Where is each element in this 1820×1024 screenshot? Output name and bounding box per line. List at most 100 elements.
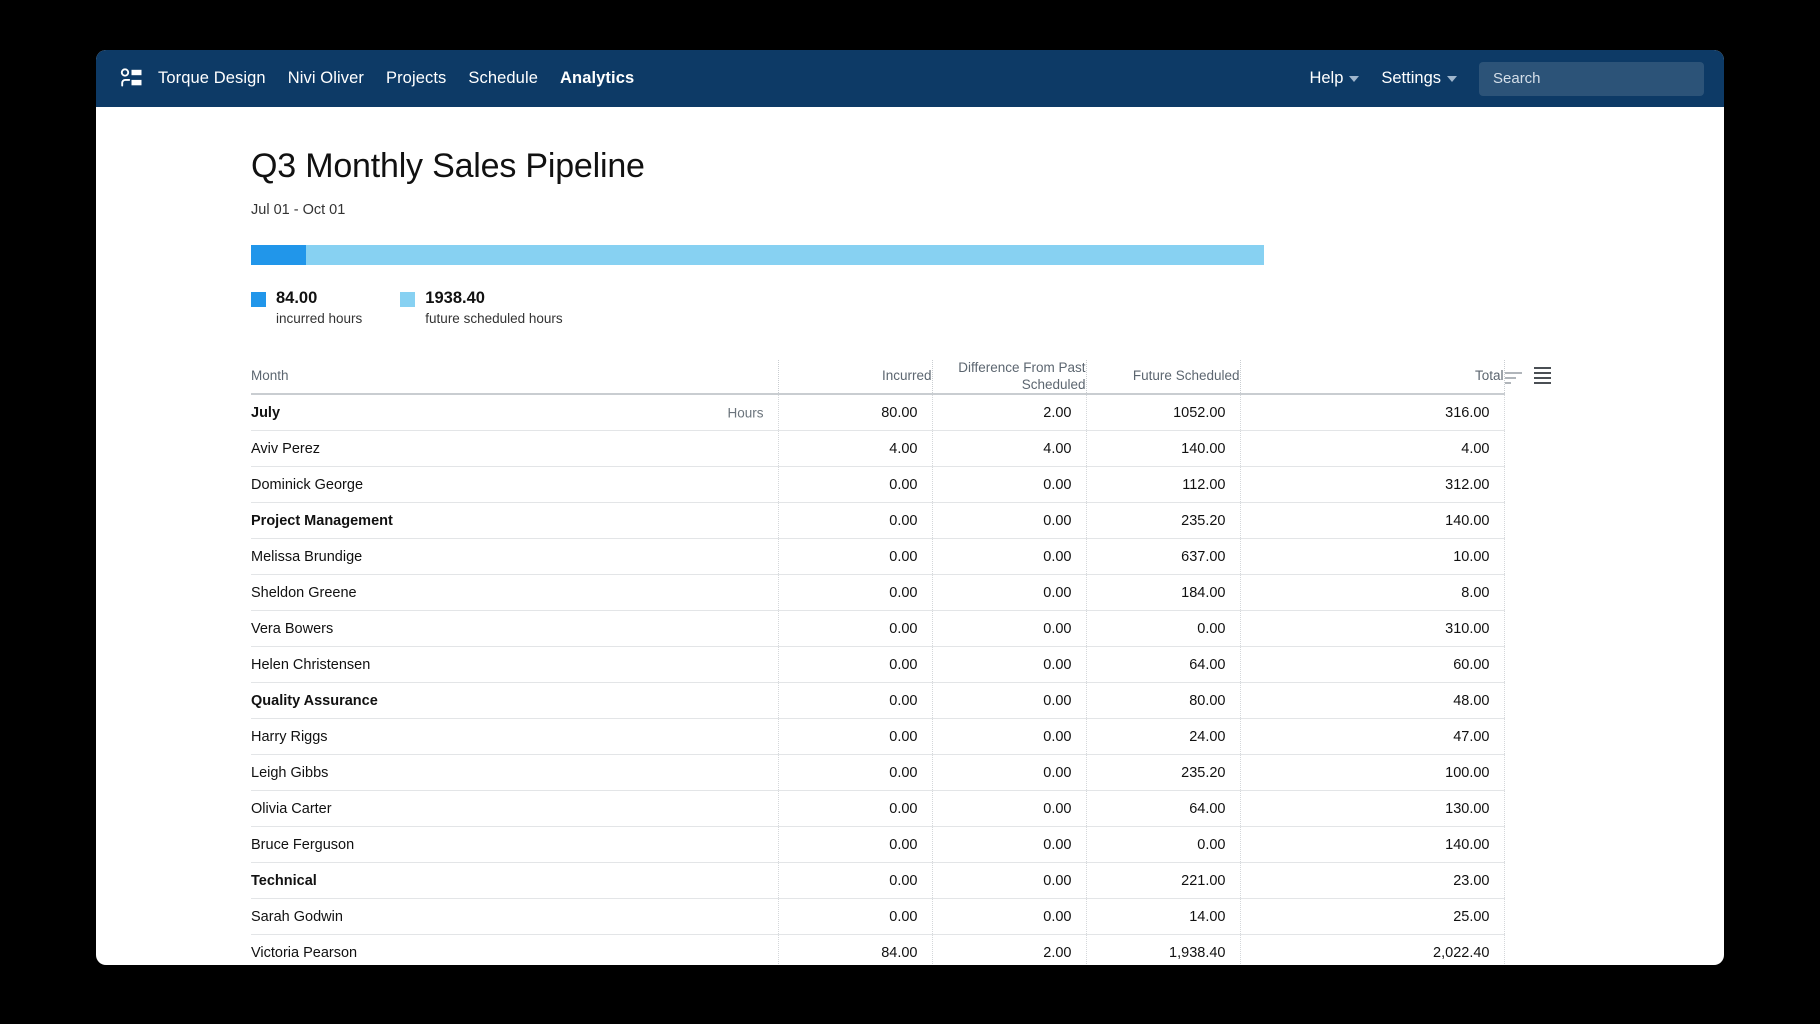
report-table-container: Month Incurred Difference From Past Sche… xyxy=(251,360,1666,965)
cell-incurred: 0.00 xyxy=(778,719,932,755)
cell-month: Sarah Godwin xyxy=(251,899,778,935)
settings-menu-label: Settings xyxy=(1381,69,1441,88)
column-header-future-scheduled[interactable]: Future Scheduled xyxy=(1086,360,1240,395)
cell-incurred: 0.00 xyxy=(778,647,932,683)
table-row[interactable]: Technical0.000.00221.0023.00 xyxy=(251,863,1504,899)
cell-difference: 0.00 xyxy=(932,647,1086,683)
cell-incurred: 4.00 xyxy=(778,431,932,467)
cell-month: Aviv Perez xyxy=(251,431,778,467)
table-row[interactable]: Victoria Pearson84.002.001,938.402,022.4… xyxy=(251,935,1504,965)
cell-month: Dominick George xyxy=(251,467,778,503)
cell-future-scheduled: 221.00 xyxy=(1086,863,1240,899)
column-header-total[interactable]: Total xyxy=(1240,360,1504,395)
cell-total: 140.00 xyxy=(1240,827,1504,863)
cell-total: 312.00 xyxy=(1240,467,1504,503)
settings-menu[interactable]: Settings xyxy=(1381,69,1457,88)
cell-difference: 0.00 xyxy=(932,827,1086,863)
table-row[interactable]: Melissa Brundige0.000.00637.0010.00 xyxy=(251,539,1504,575)
top-navigation-bar: Torque Design Nivi Oliver Projects Sched… xyxy=(96,50,1724,107)
table-row[interactable]: Quality Assurance0.000.0080.0048.00 xyxy=(251,683,1504,719)
cell-difference: 0.00 xyxy=(932,575,1086,611)
cell-total: 100.00 xyxy=(1240,755,1504,791)
help-menu-label: Help xyxy=(1309,69,1343,88)
column-header-month[interactable]: Month xyxy=(251,360,778,395)
cell-incurred: 0.00 xyxy=(778,827,932,863)
search-input[interactable] xyxy=(1479,62,1704,96)
cell-month: Project Management xyxy=(251,503,778,539)
row-label: Olivia Carter xyxy=(251,801,332,817)
cell-future-scheduled: 637.00 xyxy=(1086,539,1240,575)
table-row[interactable]: Sarah Godwin0.000.0014.0025.00 xyxy=(251,899,1504,935)
row-label: Technical xyxy=(251,873,317,889)
cell-total: 60.00 xyxy=(1240,647,1504,683)
nav-link-nivi-oliver[interactable]: Nivi Oliver xyxy=(288,69,364,88)
cell-future-scheduled: 235.20 xyxy=(1086,503,1240,539)
nav-link-schedule[interactable]: Schedule xyxy=(468,69,538,88)
cell-total: 47.00 xyxy=(1240,719,1504,755)
table-row[interactable]: Bruce Ferguson0.000.000.00140.00 xyxy=(251,827,1504,863)
org-people-icon[interactable] xyxy=(118,66,144,92)
nav-link-projects[interactable]: Projects xyxy=(386,69,446,88)
cell-total: 310.00 xyxy=(1240,611,1504,647)
table-row[interactable]: Aviv Perez4.004.00140.004.00 xyxy=(251,431,1504,467)
column-header-difference[interactable]: Difference From Past Scheduled xyxy=(932,360,1086,395)
date-range-label: Jul 01 - Oct 01 xyxy=(251,202,1666,218)
list-view-icon[interactable] xyxy=(1534,367,1551,387)
summary-progress-bar xyxy=(251,245,1264,265)
table-row[interactable]: Helen Christensen0.000.0064.0060.00 xyxy=(251,647,1504,683)
column-header-incurred[interactable]: Incurred xyxy=(778,360,932,395)
cell-future-scheduled: 1052.00 xyxy=(1086,394,1240,431)
row-label: Helen Christensen xyxy=(251,657,370,673)
nav-link-analytics[interactable]: Analytics xyxy=(560,69,634,88)
cell-difference: 0.00 xyxy=(932,683,1086,719)
help-menu[interactable]: Help xyxy=(1309,69,1359,88)
app-window: Torque Design Nivi Oliver Projects Sched… xyxy=(96,50,1724,965)
table-row[interactable]: Leigh Gibbs0.000.00235.20100.00 xyxy=(251,755,1504,791)
report-table-head: Month Incurred Difference From Past Sche… xyxy=(251,360,1504,395)
row-label: July xyxy=(251,405,280,421)
legend-label-future: future scheduled hours xyxy=(425,311,562,326)
cell-month: JulyHours xyxy=(251,394,778,431)
table-row[interactable]: Vera Bowers0.000.000.00310.00 xyxy=(251,611,1504,647)
cell-difference: 0.00 xyxy=(932,899,1086,935)
nav-link-torque-design[interactable]: Torque Design xyxy=(158,69,266,88)
row-label: Aviv Perez xyxy=(251,441,320,457)
chevron-down-icon xyxy=(1349,76,1359,82)
row-label: Quality Assurance xyxy=(251,693,378,709)
cell-difference: 0.00 xyxy=(932,791,1086,827)
table-row[interactable]: Olivia Carter0.000.0064.00130.00 xyxy=(251,791,1504,827)
cell-total: 140.00 xyxy=(1240,503,1504,539)
summary-segment-incurred xyxy=(251,245,306,265)
cell-incurred: 0.00 xyxy=(778,467,932,503)
report-table-body: JulyHours80.002.001052.00316.00 Aviv Pere… xyxy=(251,394,1504,965)
cell-month: Leigh Gibbs xyxy=(251,755,778,791)
cell-month: Melissa Brundige xyxy=(251,539,778,575)
cell-month: Harry Riggs xyxy=(251,719,778,755)
chevron-down-icon xyxy=(1447,76,1457,82)
page-content: Q3 Monthly Sales Pipeline Jul 01 - Oct 0… xyxy=(96,107,1724,965)
cell-incurred: 0.00 xyxy=(778,575,932,611)
cell-difference: 0.00 xyxy=(932,503,1086,539)
row-label: Leigh Gibbs xyxy=(251,765,328,781)
cell-future-scheduled: 80.00 xyxy=(1086,683,1240,719)
cell-incurred: 0.00 xyxy=(778,863,932,899)
cell-difference: 0.00 xyxy=(932,539,1086,575)
legend-value-future: 1938.40 xyxy=(425,289,485,307)
table-row[interactable]: JulyHours80.002.001052.00316.00 xyxy=(251,394,1504,431)
table-row[interactable]: Harry Riggs0.000.0024.0047.00 xyxy=(251,719,1504,755)
row-label: Project Management xyxy=(251,513,393,529)
table-row[interactable]: Dominick George0.000.00112.00312.00 xyxy=(251,467,1504,503)
table-row[interactable]: Project Management0.000.00235.20140.00 xyxy=(251,503,1504,539)
cell-total: 10.00 xyxy=(1240,539,1504,575)
cell-future-scheduled: 24.00 xyxy=(1086,719,1240,755)
cell-difference: 0.00 xyxy=(932,863,1086,899)
align-list-icon[interactable] xyxy=(1505,372,1522,387)
row-label: Victoria Pearson xyxy=(251,945,357,961)
cell-month: Helen Christensen xyxy=(251,647,778,683)
cell-difference: 0.00 xyxy=(932,467,1086,503)
cell-future-scheduled: 0.00 xyxy=(1086,611,1240,647)
cell-future-scheduled: 14.00 xyxy=(1086,899,1240,935)
report-table: Month Incurred Difference From Past Sche… xyxy=(251,360,1504,965)
cell-total: 316.00 xyxy=(1240,394,1504,431)
table-row[interactable]: Sheldon Greene0.000.00184.008.00 xyxy=(251,575,1504,611)
